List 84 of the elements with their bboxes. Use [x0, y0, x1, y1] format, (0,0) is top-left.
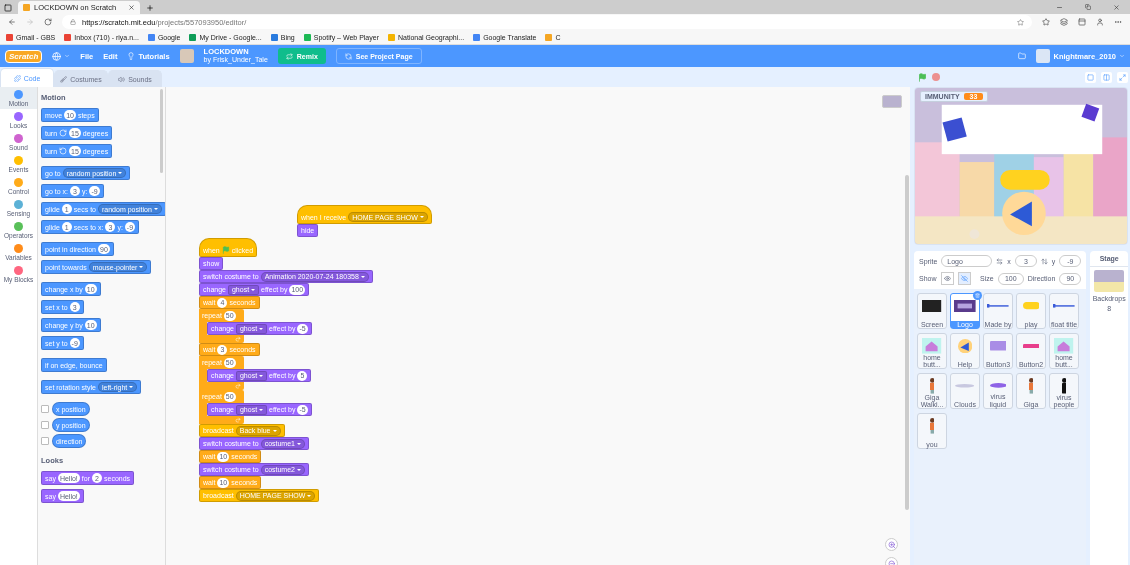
sprite-thumbnail-icon [955, 384, 975, 388]
caret-icon [139, 266, 144, 268]
caret-icon [259, 374, 264, 377]
caret-icon [297, 468, 301, 471]
lock-icon [70, 19, 76, 25]
sprite-thumbnail-icon [929, 378, 935, 394]
flag-icon [221, 246, 230, 254]
loop-arrow-icon [235, 336, 241, 342]
caret-icon [259, 408, 264, 411]
lightbulb-icon [127, 52, 136, 60]
caret-icon [118, 172, 123, 174]
more-icon[interactable] [1114, 18, 1122, 26]
remix-icon [285, 52, 293, 60]
close-icon[interactable] [1113, 3, 1120, 11]
caret-icon [360, 275, 365, 278]
sprite-thumbnail-icon [929, 418, 935, 434]
forward-icon[interactable] [26, 18, 34, 26]
loop-arrow-icon [235, 417, 241, 423]
backdrop-thumbnail-icon [1094, 270, 1125, 292]
sprite-thumbnail-icon [922, 300, 942, 312]
brush-icon [60, 75, 68, 83]
project-thumbnail-icon [179, 49, 194, 63]
caret-icon [272, 429, 277, 432]
caret-icon [307, 494, 312, 497]
sprite-thumbnail-icon [922, 338, 942, 354]
profile-icon[interactable] [1096, 18, 1104, 26]
checkbox[interactable] [41, 405, 49, 413]
sprite-thumbnail-icon [1053, 304, 1075, 308]
avatar-icon [1036, 49, 1051, 63]
normal-stage-button[interactable] [1101, 71, 1112, 83]
stop-icon[interactable] [932, 73, 940, 81]
sprite-thumbnail-icon [957, 338, 973, 354]
reload-icon[interactable] [44, 18, 52, 26]
horizontal-arrows-icon [996, 257, 1004, 265]
sprite-thumbnail-icon [954, 300, 976, 312]
show-button[interactable] [940, 272, 954, 285]
sprite-thumbnail-icon [1022, 302, 1040, 310]
collections-icon[interactable] [1060, 18, 1068, 26]
sprite-thumbnail-icon [1022, 343, 1040, 349]
back-icon[interactable] [8, 18, 16, 26]
loop-arrow-icon [235, 383, 241, 389]
tab-actions-icon[interactable] [4, 4, 12, 12]
scrollbar[interactable] [905, 175, 909, 510]
speaker-icon [118, 75, 126, 83]
caret-icon [419, 216, 424, 218]
new-tab-icon[interactable] [146, 4, 154, 12]
star-icon[interactable] [1017, 18, 1024, 26]
puzzle-icon [13, 74, 21, 82]
sprite-thumbnail-icon [882, 95, 902, 108]
caret-icon [259, 327, 264, 330]
checkbox[interactable] [41, 437, 49, 445]
sprite-thumbnail-icon [1028, 378, 1034, 394]
eye-off-icon [960, 275, 968, 282]
rotate-left-icon [59, 147, 68, 155]
sprite-thumbnail-icon [1061, 378, 1067, 394]
globe-icon [52, 51, 62, 61]
zoom-in-button[interactable] [885, 538, 898, 551]
eye-icon [943, 275, 951, 282]
rotate-right-icon [59, 129, 68, 137]
checkbox[interactable] [41, 421, 49, 429]
caret-icon [129, 386, 134, 388]
fullscreen-button[interactable] [1117, 71, 1128, 83]
restore-icon[interactable] [1085, 4, 1091, 10]
caret-icon [251, 288, 256, 291]
sprite-thumbnail-icon [989, 383, 1007, 388]
sprite-thumbnail-icon [987, 304, 1009, 308]
extensions-icon[interactable] [1078, 18, 1086, 26]
arrows-icon [344, 52, 352, 60]
caret-icon [153, 208, 158, 210]
favorites-icon[interactable] [1042, 18, 1050, 26]
small-stage-button[interactable] [1085, 71, 1096, 83]
sprite-thumbnail-icon [989, 341, 1007, 351]
caret-icon [1119, 53, 1125, 59]
close-icon[interactable] [128, 4, 135, 11]
hide-button[interactable] [957, 272, 971, 285]
vertical-arrows-icon [1040, 257, 1048, 265]
flag-icon[interactable] [918, 72, 927, 82]
sprite-thumbnail-icon [1054, 338, 1074, 354]
caret-icon [64, 53, 71, 59]
delete-button[interactable] [973, 291, 982, 300]
caret-icon [297, 442, 301, 445]
folder-icon[interactable] [1018, 52, 1027, 60]
site-icon [23, 4, 30, 11]
language-menu[interactable] [52, 51, 71, 61]
